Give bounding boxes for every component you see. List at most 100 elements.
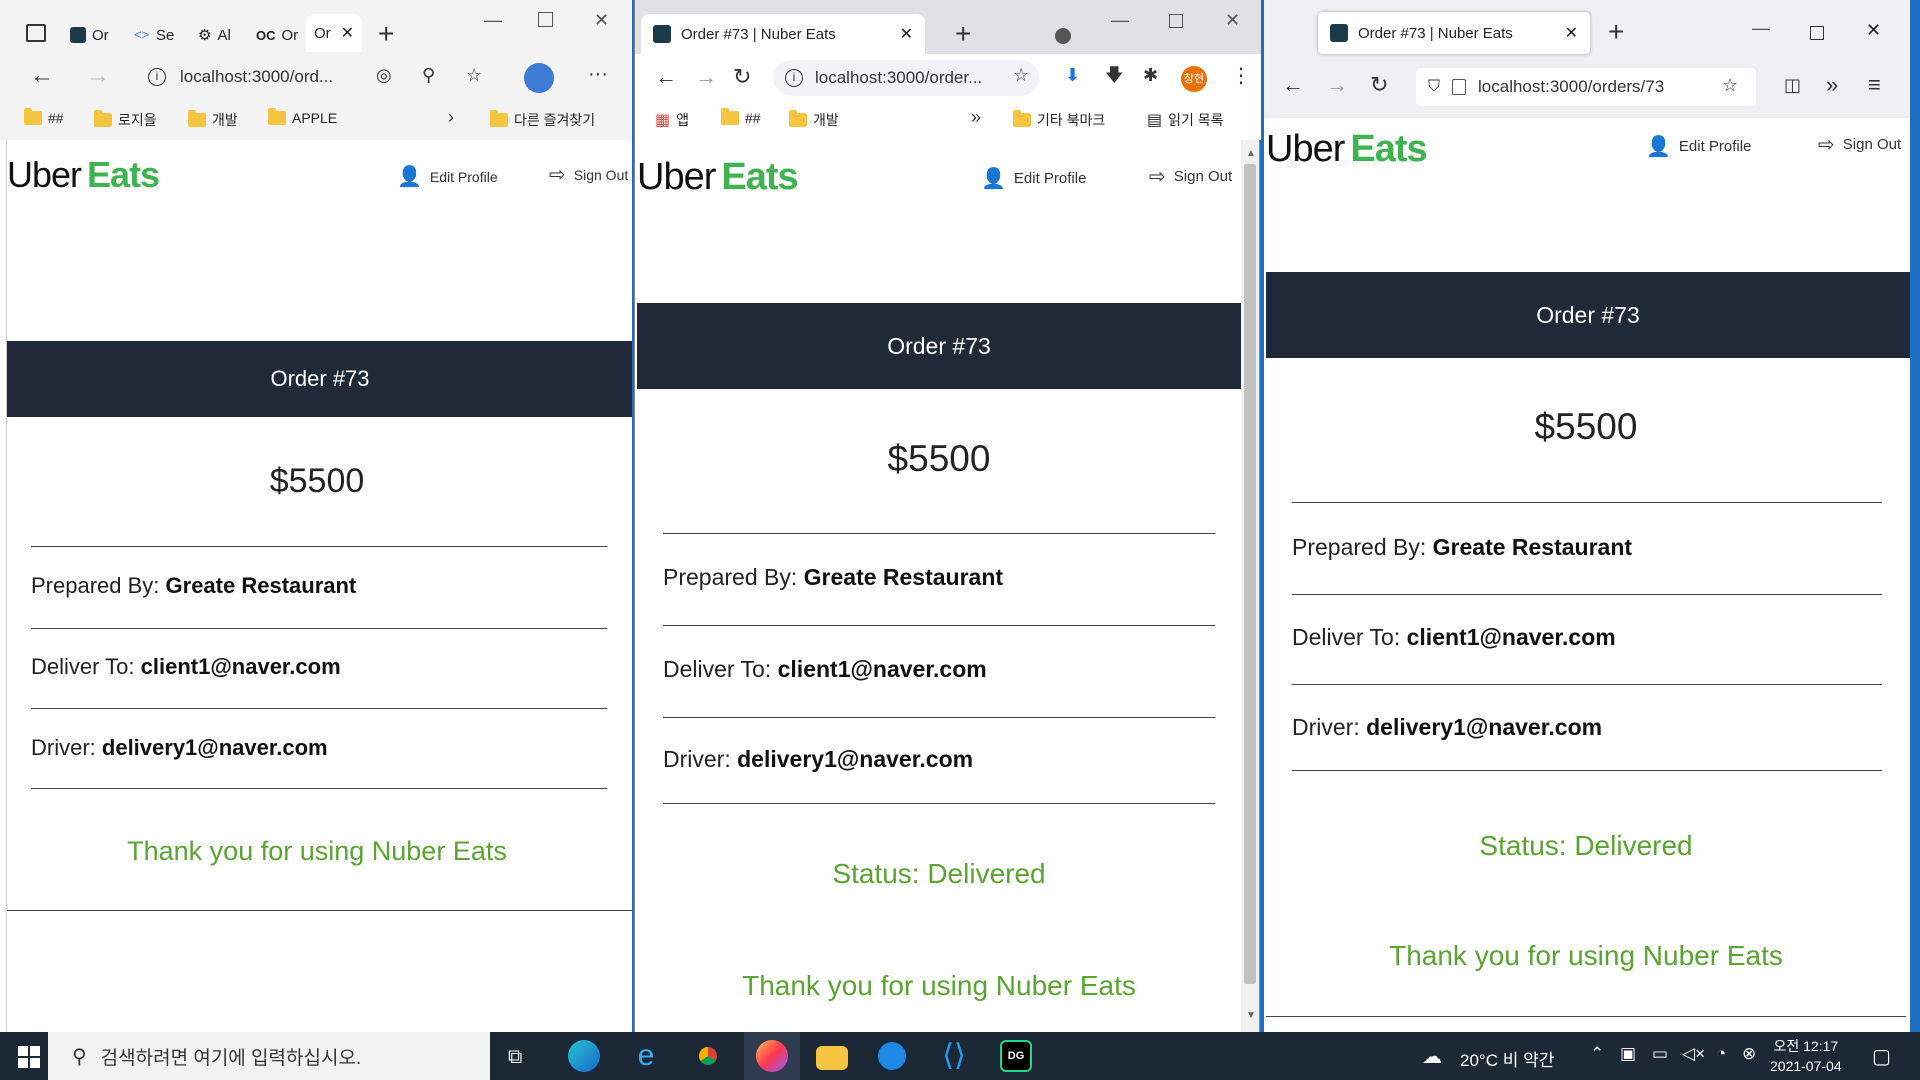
bookmark-2[interactable]: 개발 (789, 110, 839, 130)
reading-list[interactable]: ▤ 읽기 목록 (1147, 110, 1224, 130)
pocket-icon[interactable]: ◫ (1784, 76, 1801, 94)
more-menu-icon[interactable]: ⋮ (1231, 66, 1251, 86)
edge-tab-4[interactable]: OC Or (256, 20, 306, 50)
datagrip-app-icon[interactable]: DG (1000, 1040, 1032, 1072)
zoom-icon[interactable]: ⚲ (422, 66, 435, 84)
bookmark-1[interactable]: ## (721, 108, 761, 126)
firefox-tab-active[interactable]: Order #73 | Nuber Eats ✕ (1318, 12, 1590, 54)
minimize-icon[interactable]: — (1111, 10, 1129, 31)
apps-bookmark[interactable]: ▦ 앱 (655, 110, 689, 130)
tray-expand-icon[interactable]: ⌃ (1590, 1044, 1604, 1064)
forward-icon[interactable]: → (86, 64, 110, 88)
sign-out-link[interactable]: ⇨ Sign Out (549, 162, 628, 187)
overflow-chevrons-icon[interactable]: » (1826, 74, 1838, 96)
download-icon[interactable]: 🡇 (1105, 66, 1124, 84)
vertical-scrollbar[interactable]: ▲ ▼ (1241, 140, 1259, 1032)
new-tab-icon[interactable]: + (955, 20, 971, 48)
back-icon[interactable]: ← (1282, 74, 1304, 96)
chrome-app-icon[interactable] (692, 1040, 724, 1072)
network-icon[interactable]: ◔ (1716, 1044, 1726, 1064)
scroll-up-icon[interactable]: ▲ (1246, 148, 1256, 159)
volume-icon[interactable]: ◁× (1682, 1044, 1705, 1064)
edit-profile-link[interactable]: 👤 Edit Profile (981, 166, 1086, 191)
start-icon[interactable] (18, 1046, 40, 1068)
clock[interactable]: 오전 12:17 2021-07-04 (1770, 1036, 1842, 1076)
weather-text[interactable]: 20°C 비 약간 (1460, 1046, 1554, 1071)
profile-avatar[interactable] (524, 63, 554, 93)
edit-profile-link[interactable]: 👤 Edit Profile (397, 164, 498, 189)
uber-eats-logo[interactable]: Uber Eats (637, 156, 799, 199)
vscode-app-icon[interactable]: ⟨⟩ (938, 1040, 970, 1072)
edge-tab-2[interactable]: <> Se (134, 20, 188, 50)
scroll-down-icon[interactable]: ▼ (1246, 1010, 1256, 1021)
profile-badge[interactable]: 창현 (1181, 66, 1207, 92)
edit-profile-link[interactable]: 👤 Edit Profile (1646, 134, 1751, 159)
sign-out-link[interactable]: ⇨ Sign Out (1149, 164, 1232, 189)
edge-tab-3[interactable]: ⚙ Al (198, 20, 252, 50)
other-favorites[interactable]: 다른 즐겨찾기 (490, 110, 595, 130)
edge-tab-active[interactable]: Or ✕ (306, 14, 362, 52)
bookmark-3[interactable]: 개발 (188, 110, 238, 130)
divider (663, 625, 1215, 626)
chrome-tab-active[interactable]: Order #73 | Nuber Eats ✕ (641, 14, 925, 54)
close-tab-icon[interactable]: ✕ (1565, 23, 1578, 43)
maximize-icon[interactable] (1810, 26, 1824, 40)
firefox-page: Uber Eats 👤 Edit Profile ⇨ Sign Out Order… (1266, 118, 1910, 1032)
sign-out-link[interactable]: ⇨ Sign Out (1818, 132, 1901, 157)
other-bookmarks[interactable]: 기타 북마크 (1013, 110, 1105, 130)
divider (1292, 502, 1882, 503)
maximize-icon[interactable] (1169, 14, 1183, 28)
download-ext-icon[interactable]: ⬇ (1065, 66, 1080, 84)
tab-search-icon[interactable] (1055, 28, 1071, 44)
ime-icon[interactable]: ⊗ (1742, 1044, 1756, 1064)
bookmark-star-icon[interactable]: ☆ (1722, 76, 1738, 94)
close-window-icon[interactable]: ✕ (1225, 10, 1240, 31)
scrollbar-thumb[interactable] (1244, 164, 1256, 984)
taskbar-search[interactable]: ⚲ 검색하려면 여기에 입력하십시오. (48, 1032, 490, 1080)
bookmark-1[interactable]: ## (24, 108, 64, 126)
task-view-icon[interactable]: ⧉ (508, 1046, 522, 1069)
chrome-window: Order #73 | Nuber Eats ✕ + — ✕ ← → ↻ i l… (634, 0, 1261, 1032)
hamburger-menu-icon[interactable]: ≡ (1868, 74, 1881, 96)
minimize-icon[interactable]: — (484, 10, 502, 31)
close-tab-icon[interactable]: ✕ (341, 23, 354, 43)
folder-icon (490, 110, 508, 127)
new-tab-icon[interactable]: + (378, 20, 394, 48)
maps-app-icon[interactable] (878, 1042, 906, 1070)
close-window-icon[interactable]: ✕ (594, 10, 609, 31)
weather-icon[interactable]: ☁ (1422, 1044, 1442, 1069)
maximize-icon[interactable] (538, 12, 553, 27)
firefox-app-icon[interactable] (756, 1040, 788, 1072)
tray-app-icon[interactable]: ▣ (1620, 1044, 1636, 1064)
close-window-icon[interactable]: ✕ (1866, 20, 1881, 41)
tab-actions-icon[interactable] (26, 24, 46, 42)
extensions-icon[interactable]: ✱ (1143, 66, 1158, 84)
chevron-right-icon[interactable]: » (971, 108, 981, 126)
favorites-add-icon[interactable]: ☆ (466, 66, 482, 84)
bookmark-2[interactable]: 로지을 (94, 110, 157, 130)
forward-icon[interactable]: → (695, 66, 717, 88)
uber-eats-logo[interactable]: Uber Eats (7, 154, 160, 196)
edge-app-icon[interactable] (568, 1040, 600, 1072)
new-tab-icon[interactable]: + (1608, 18, 1624, 46)
forward-icon[interactable]: → (1326, 74, 1348, 96)
close-tab-icon[interactable]: ✕ (900, 24, 913, 44)
explorer-app-icon[interactable] (816, 1046, 848, 1070)
ie-app-icon[interactable]: e (630, 1040, 662, 1072)
battery-icon[interactable]: ▭ (1652, 1044, 1668, 1064)
minimize-icon[interactable]: — (1752, 18, 1770, 39)
more-menu-icon[interactable]: ··· (588, 64, 608, 84)
firefox-address-bar[interactable]: ⛉ localhost:3000/orders/73 (1416, 68, 1756, 106)
bookmark-4[interactable]: APPLE (268, 108, 337, 126)
chevron-right-icon[interactable]: › (448, 108, 454, 126)
chrome-address-bar[interactable]: i localhost:3000/order... (773, 60, 1039, 96)
notifications-icon[interactable]: ▢ (1872, 1044, 1891, 1069)
location-icon[interactable]: ◎ (376, 66, 392, 84)
reload-icon[interactable]: ↻ (733, 66, 751, 88)
reload-icon[interactable]: ↻ (1370, 74, 1388, 96)
bookmark-star-icon[interactable]: ☆ (1013, 66, 1029, 84)
back-icon[interactable]: ← (30, 64, 54, 88)
uber-eats-logo[interactable]: Uber Eats (1266, 128, 1428, 171)
edge-tab-1[interactable]: Or (70, 20, 124, 50)
back-icon[interactable]: ← (655, 66, 677, 88)
